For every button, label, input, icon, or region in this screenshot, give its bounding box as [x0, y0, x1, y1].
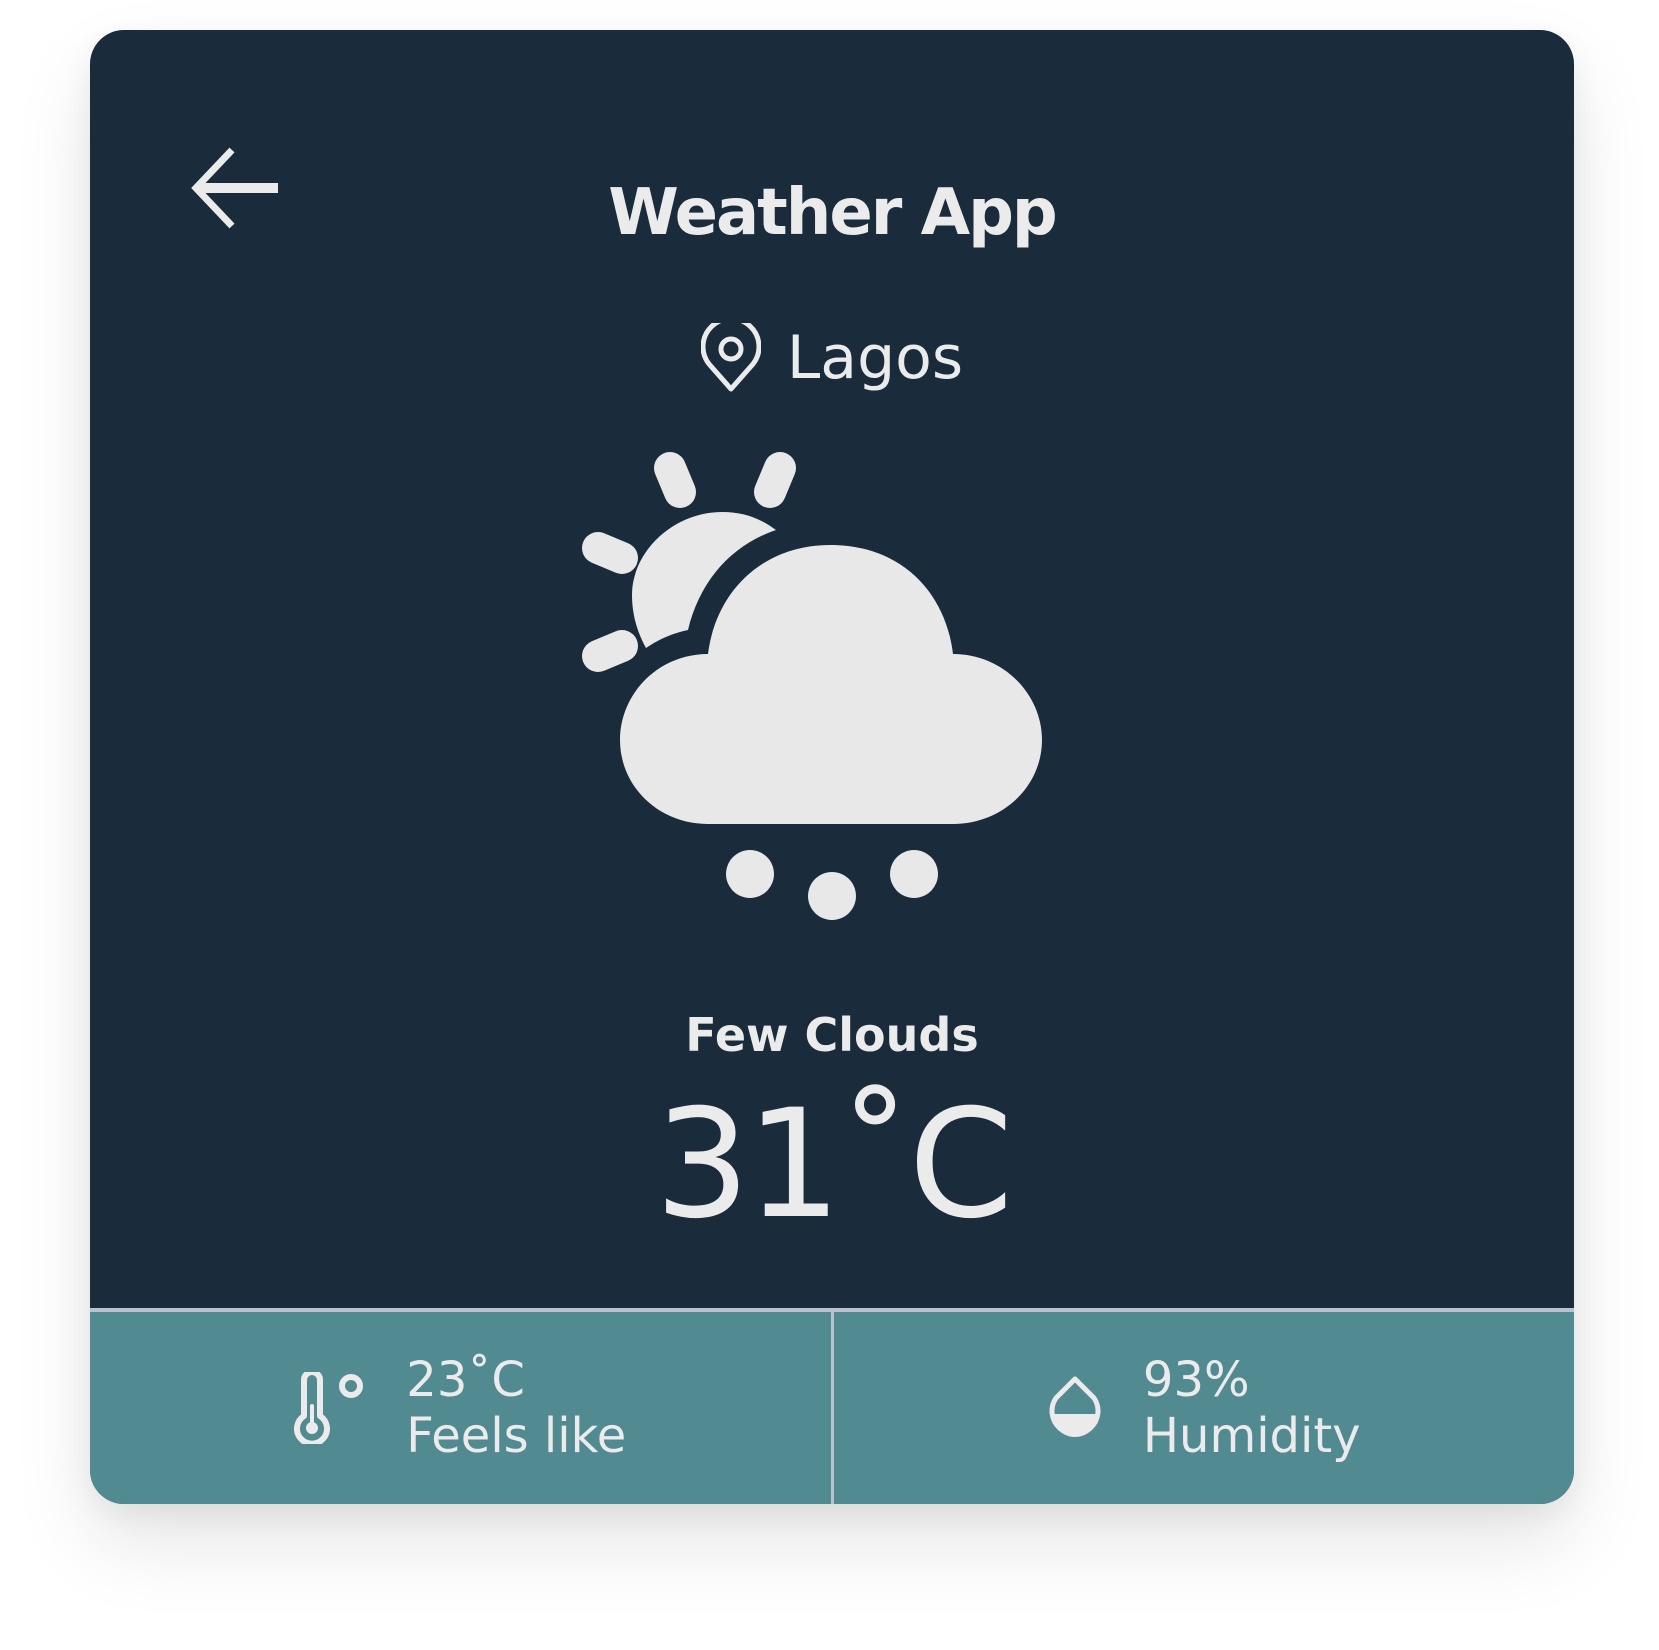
weather-condition: Few Clouds	[685, 1008, 979, 1062]
location-name: Lagos	[786, 323, 964, 393]
feels-like-value: 23˚C	[406, 1352, 525, 1408]
location: Lagos	[90, 318, 1574, 398]
feels-like-label: Feels like	[406, 1408, 627, 1464]
feels-like-text: 23˚C Feels like	[406, 1352, 626, 1464]
app-title: Weather App	[608, 176, 1057, 250]
humidity-label: Humidity	[1142, 1408, 1361, 1464]
feels-like-stat: 23˚C Feels like	[90, 1312, 831, 1504]
stats-bar: 23˚C Feels like 93% Humidity	[90, 1308, 1574, 1504]
current-temperature: 31˚C	[654, 1078, 1014, 1252]
weather-card: Weather App Lagos Few Clouds 31˚C 23˚C F…	[90, 30, 1574, 1504]
thermometer-icon	[294, 1372, 364, 1444]
sun-cloud-rain-icon	[582, 452, 1042, 920]
humidity-value: 93%	[1142, 1352, 1250, 1408]
humidity-stat: 93% Humidity	[834, 1312, 1575, 1504]
droplet-icon	[1049, 1376, 1101, 1437]
map-pin-icon	[700, 323, 761, 392]
humidity-text: 93% Humidity	[1143, 1352, 1361, 1464]
